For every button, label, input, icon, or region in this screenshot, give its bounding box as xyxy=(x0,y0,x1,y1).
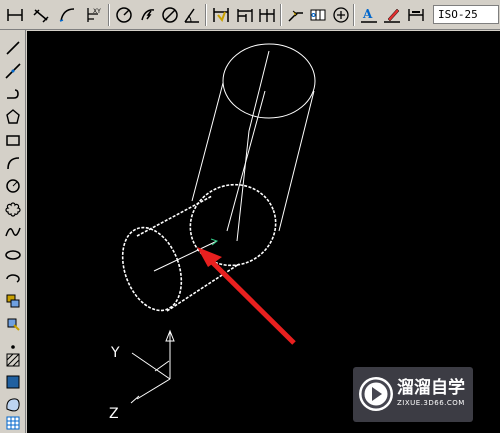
red-pointer-arrow-shaft xyxy=(205,255,296,345)
draw-toolbar xyxy=(0,30,26,433)
jogged-dim-icon[interactable] xyxy=(137,4,159,26)
lower-cylinder-top-edge xyxy=(136,195,213,237)
polygon-icon[interactable] xyxy=(2,107,24,127)
tolerance-icon[interactable] xyxy=(307,4,329,26)
upper-cylinder-top-ellipse xyxy=(222,43,316,119)
arc-icon[interactable] xyxy=(2,153,24,173)
insert-block-icon[interactable] xyxy=(2,291,24,311)
ucs-z-tick xyxy=(130,395,140,404)
arc-length-icon[interactable] xyxy=(56,4,78,26)
baseline-dim-icon[interactable] xyxy=(234,4,256,26)
upper-cylinder-left-edge xyxy=(191,82,224,202)
angular-dim-icon[interactable] xyxy=(181,4,203,26)
center-mark-icon[interactable] xyxy=(330,4,352,26)
region-icon[interactable] xyxy=(2,394,24,414)
continue-dim-icon[interactable] xyxy=(256,4,278,26)
upper-cylinder-inner-line xyxy=(226,90,266,232)
svg-text:XY: XY xyxy=(93,8,101,15)
svg-text:A: A xyxy=(362,7,373,21)
red-pointer-arrow-head xyxy=(197,247,222,267)
quick-dim-icon[interactable] xyxy=(210,4,232,26)
circle-icon[interactable] xyxy=(2,176,24,196)
construction-line-icon[interactable] xyxy=(2,61,24,81)
upper-cylinder-axis-line xyxy=(236,50,270,242)
dim-update-icon[interactable] xyxy=(405,4,427,26)
dim-style-select[interactable]: ISO-25 xyxy=(433,5,499,24)
dim-text-edit-icon[interactable] xyxy=(381,4,403,26)
play-logo-icon xyxy=(359,377,393,411)
ucs-y-axis xyxy=(131,352,171,380)
ucs-z-axis xyxy=(136,378,171,400)
dim-edit-icon[interactable]: A xyxy=(358,4,380,26)
ucs-corner-mark xyxy=(154,360,170,372)
radius-dim-icon[interactable] xyxy=(113,4,135,26)
watermark: 溜溜自学 ZIXUE.3D66.COM xyxy=(353,367,473,422)
hatch-icon[interactable] xyxy=(2,350,24,370)
ucs-z-label: Z xyxy=(109,406,119,422)
lower-cylinder-end-ellipse xyxy=(121,226,183,312)
revision-cloud-icon[interactable] xyxy=(2,199,24,219)
dimension-toolbar: XY A ISO-25 xyxy=(0,0,500,30)
ellipse-arc-icon[interactable] xyxy=(2,268,24,288)
ordinate-dim-icon[interactable]: XY xyxy=(82,4,104,26)
watermark-subtitle: ZIXUE.3D66.COM xyxy=(397,399,465,407)
make-block-icon[interactable] xyxy=(2,314,24,334)
ucs-y-label: Y xyxy=(110,345,120,361)
ellipse-icon[interactable] xyxy=(2,245,24,265)
rectangle-icon[interactable] xyxy=(2,130,24,150)
aligned-dim-icon[interactable] xyxy=(30,4,52,26)
lower-cylinder-bottom-edge xyxy=(166,263,240,312)
table-icon[interactable] xyxy=(2,413,24,433)
leader-icon[interactable] xyxy=(285,4,307,26)
watermark-title: 溜溜自学 xyxy=(397,378,465,398)
diameter-dim-icon[interactable] xyxy=(159,4,181,26)
gradient-icon[interactable] xyxy=(2,372,24,392)
linear-dim-icon[interactable] xyxy=(4,4,26,26)
line-icon[interactable] xyxy=(2,38,24,58)
polyline-icon[interactable] xyxy=(2,84,24,104)
upper-cylinder-right-edge xyxy=(278,90,315,232)
spline-icon[interactable] xyxy=(2,222,24,242)
